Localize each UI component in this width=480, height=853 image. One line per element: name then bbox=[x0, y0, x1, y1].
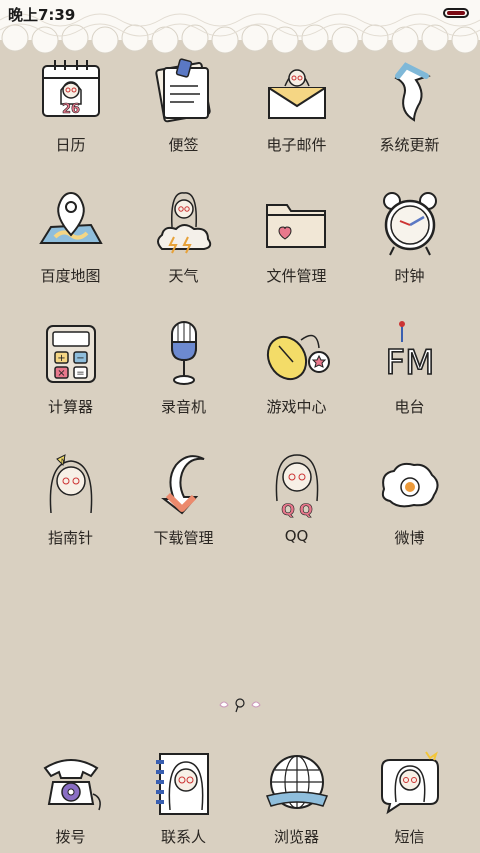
app-label: 电台 bbox=[394, 398, 425, 416]
update-arrow-icon bbox=[394, 62, 431, 122]
email-icon bbox=[267, 69, 326, 119]
app-label: 下载管理 bbox=[153, 529, 214, 547]
app-calculator[interactable]: + − × = 计算器 bbox=[14, 318, 127, 449]
download-arrow-icon bbox=[160, 455, 204, 515]
status-time: 晚上7:39 bbox=[8, 6, 76, 24]
svg-text:Q: Q bbox=[281, 500, 295, 519]
app-label: 计算器 bbox=[47, 398, 93, 416]
compass-girl-icon: N bbox=[49, 454, 92, 514]
app-dialer[interactable]: 拨号 bbox=[14, 748, 127, 847]
app-label: 短信 bbox=[394, 828, 425, 846]
app-label: 浏览器 bbox=[273, 828, 319, 846]
svg-text:=: = bbox=[76, 368, 84, 379]
app-label: QQ bbox=[284, 527, 309, 545]
calculator-icon: + − × = bbox=[45, 325, 96, 383]
app-label: 文件管理 bbox=[266, 267, 327, 285]
app-compass[interactable]: N 指南针 bbox=[14, 449, 127, 580]
app-label: 日历 bbox=[55, 136, 86, 154]
svg-text:FM: FM bbox=[385, 343, 434, 383]
app-baidu-map[interactable]: 百度地图 bbox=[14, 187, 127, 318]
app-label: 指南针 bbox=[47, 529, 93, 547]
folder-icon bbox=[265, 204, 326, 248]
app-label: 游戏中心 bbox=[266, 398, 327, 416]
app-contacts[interactable]: 联系人 bbox=[127, 748, 240, 847]
dock: 拨号 联系人 浏览器 短信 bbox=[14, 748, 466, 847]
message-bubble-icon bbox=[380, 751, 439, 815]
svg-text:26: 26 bbox=[61, 102, 79, 117]
app-label: 天气 bbox=[168, 267, 199, 285]
svg-text:−: − bbox=[76, 353, 84, 364]
page-indicator[interactable] bbox=[216, 695, 264, 715]
game-mouse-icon bbox=[266, 334, 330, 381]
app-recorder[interactable]: 录音机 bbox=[127, 318, 240, 449]
app-email[interactable]: 电子邮件 bbox=[240, 56, 353, 187]
app-label: 电子邮件 bbox=[266, 136, 327, 154]
app-game-center[interactable]: 游戏中心 bbox=[240, 318, 353, 449]
app-label: 联系人 bbox=[160, 828, 206, 846]
app-browser[interactable]: 浏览器 bbox=[240, 748, 353, 847]
app-download[interactable]: 下载管理 bbox=[127, 449, 240, 580]
notepad-icon bbox=[154, 58, 211, 123]
qq-girl-icon: Q Q bbox=[275, 454, 318, 519]
app-fm-radio[interactable]: FM 电台 bbox=[353, 318, 466, 449]
map-pin-icon bbox=[38, 191, 103, 244]
microphone-icon bbox=[170, 321, 197, 385]
contacts-book-icon bbox=[155, 753, 209, 815]
battery-icon bbox=[443, 8, 469, 18]
egg-weibo-icon bbox=[381, 462, 438, 508]
svg-text:Q: Q bbox=[299, 500, 313, 519]
fm-radio-icon: FM bbox=[384, 321, 435, 384]
alarm-clock-icon bbox=[382, 192, 437, 256]
app-label: 拨号 bbox=[55, 828, 86, 846]
telephone-icon bbox=[43, 759, 101, 811]
app-notepad[interactable]: 便签 bbox=[127, 56, 240, 187]
app-file-manager[interactable]: 文件管理 bbox=[240, 187, 353, 318]
app-calendar[interactable]: 26 日历 bbox=[14, 56, 127, 187]
app-system-update[interactable]: 系统更新 bbox=[353, 56, 466, 187]
calendar-icon: 26 bbox=[41, 60, 100, 117]
svg-text:N: N bbox=[61, 458, 66, 465]
app-weather[interactable]: 天气 bbox=[127, 187, 240, 318]
svg-text:+: + bbox=[57, 353, 65, 364]
weather-cloud-icon bbox=[156, 192, 211, 254]
app-label: 便签 bbox=[168, 136, 199, 154]
app-label: 系统更新 bbox=[379, 136, 440, 154]
app-label: 时钟 bbox=[394, 267, 425, 285]
app-label: 微博 bbox=[394, 529, 425, 547]
app-clock[interactable]: 时钟 bbox=[353, 187, 466, 318]
globe-icon bbox=[265, 755, 328, 809]
app-label: 百度地图 bbox=[40, 267, 101, 285]
app-qq[interactable]: Q Q QQ bbox=[240, 449, 353, 580]
app-grid: 26 日历 便签 电子邮件 系统更新 百度地图 天气 文件管理 时钟 + − ×… bbox=[14, 56, 466, 580]
app-weibo[interactable]: 微博 bbox=[353, 449, 466, 580]
app-messages[interactable]: 短信 bbox=[353, 748, 466, 847]
status-bar: 晚上7:39 bbox=[0, 0, 480, 28]
app-label: 录音机 bbox=[160, 398, 206, 416]
svg-text:×: × bbox=[57, 368, 65, 379]
